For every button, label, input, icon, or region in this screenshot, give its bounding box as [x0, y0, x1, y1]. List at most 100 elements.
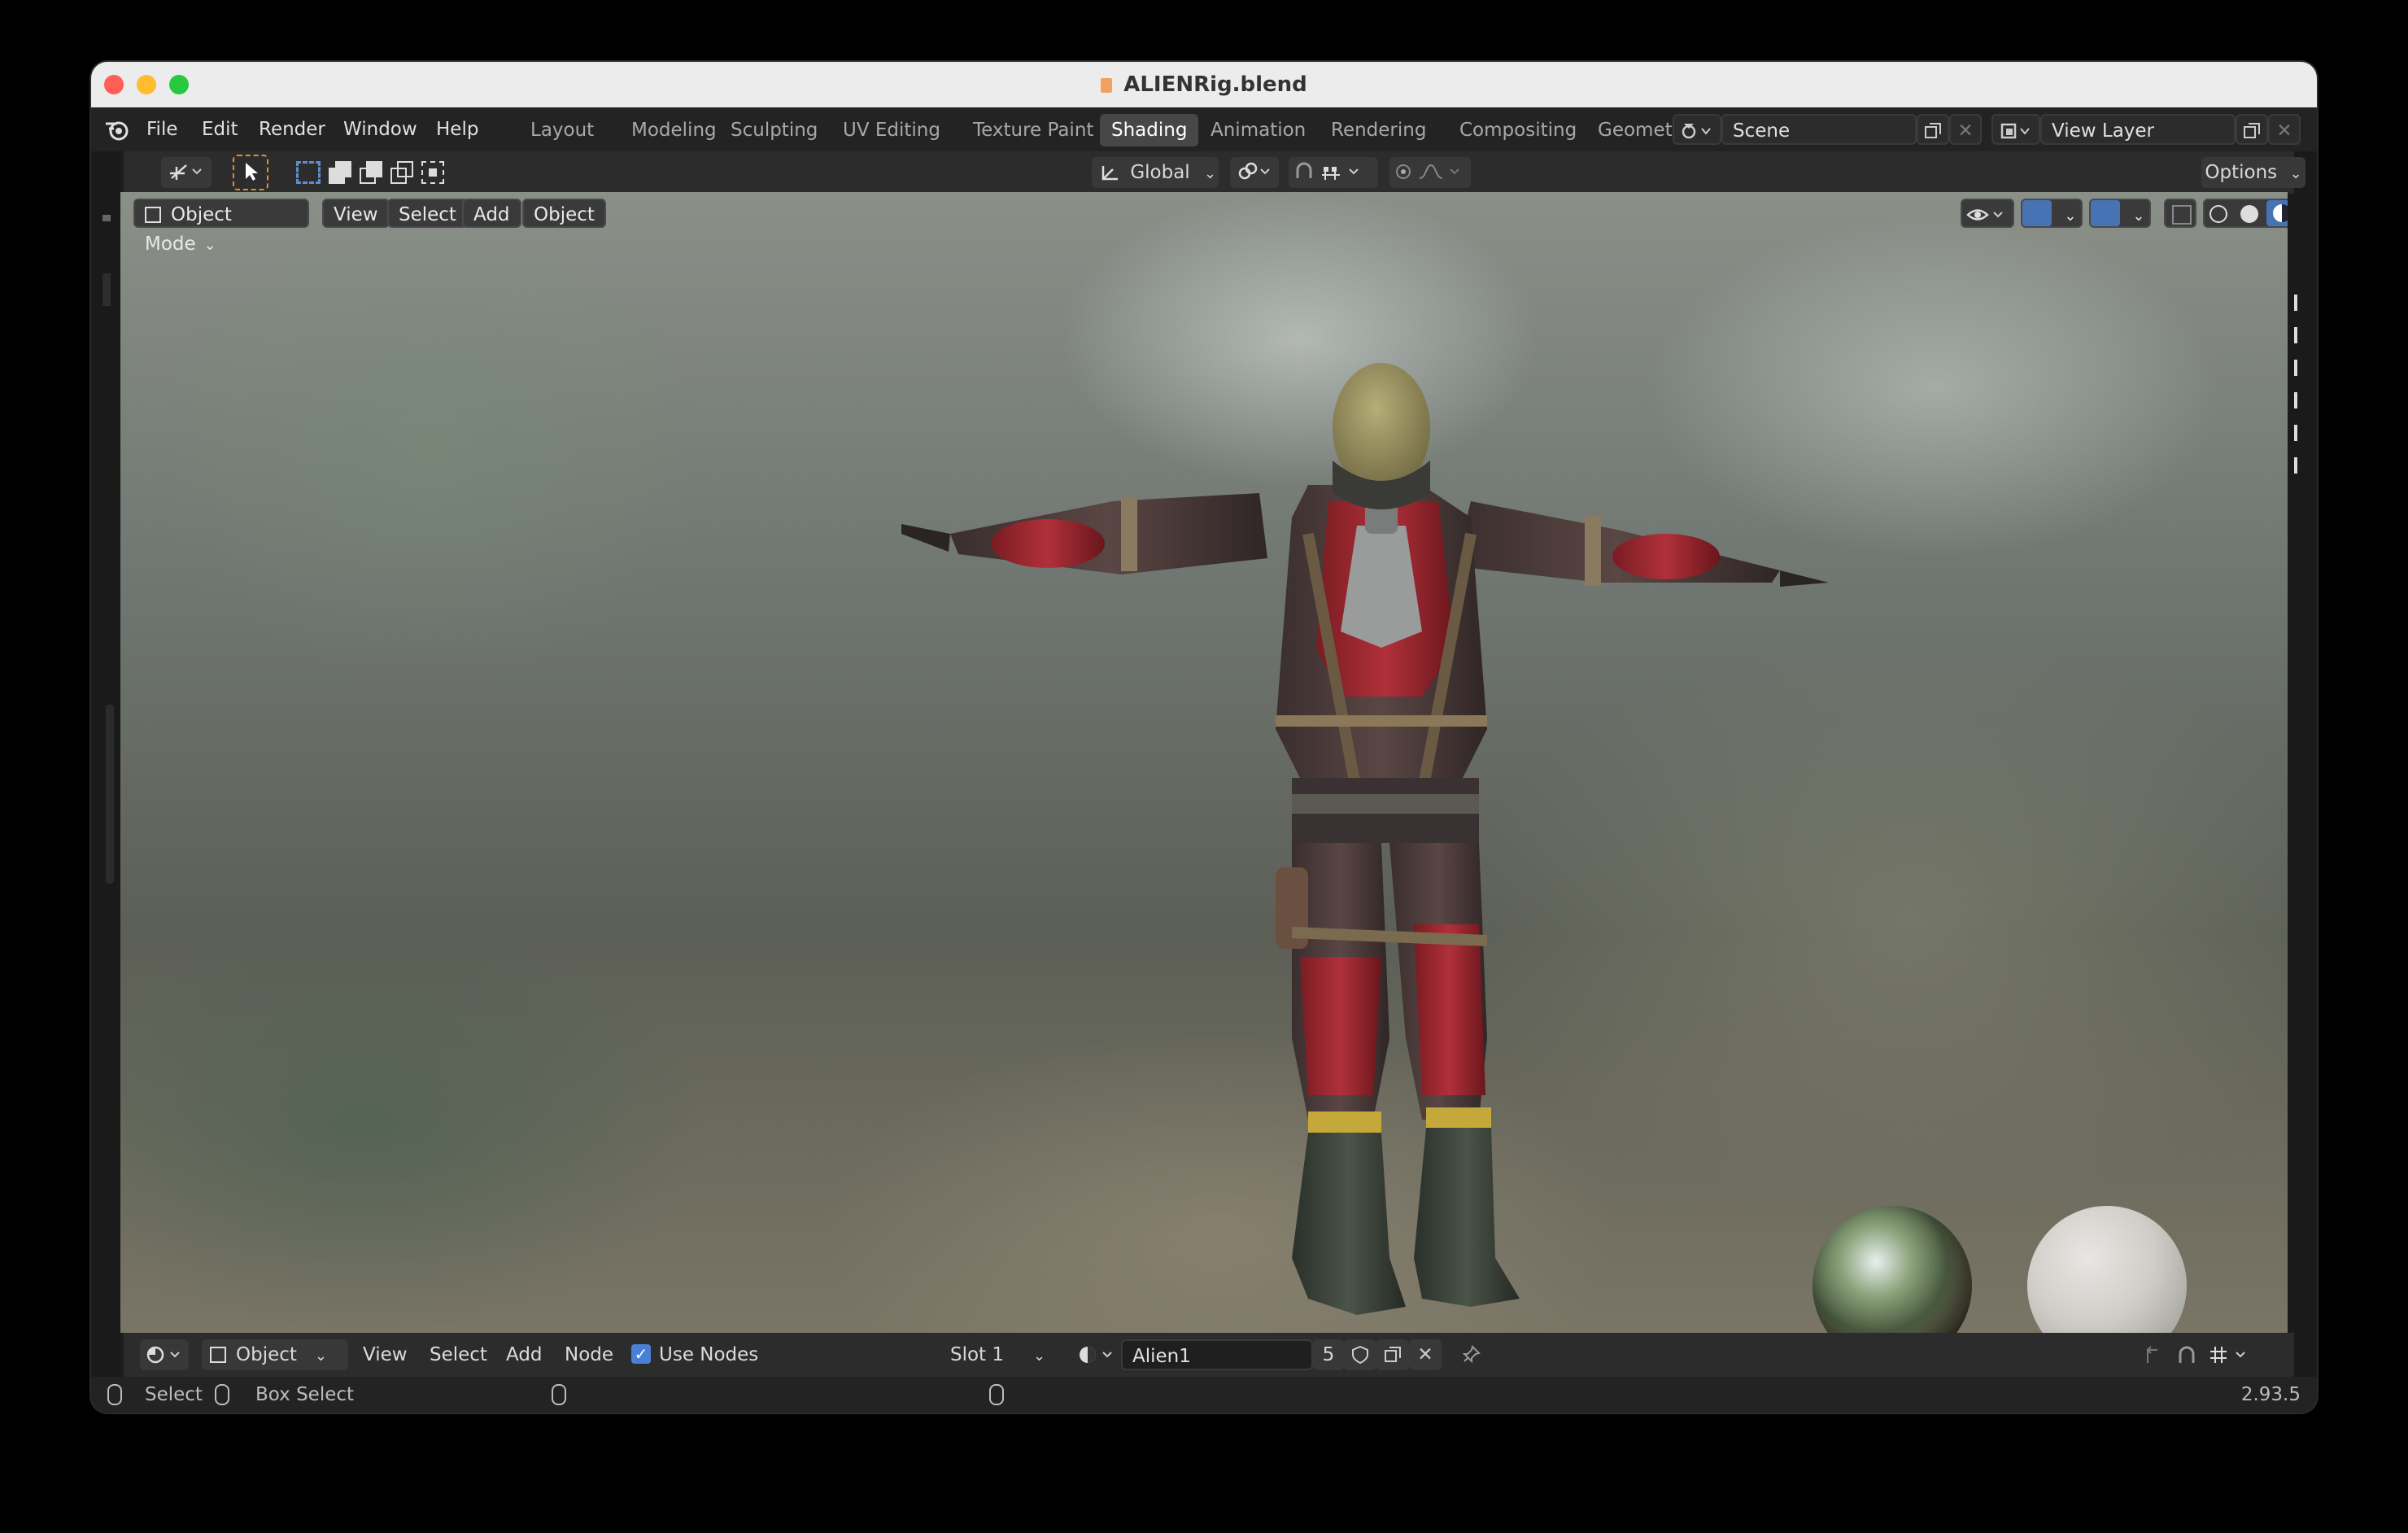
duplicate-icon [2244, 123, 2260, 138]
material-slot-dropdown[interactable]: Slot 1 ⌄ [937, 1339, 1064, 1370]
unlink-material-button[interactable]: ✕ [1409, 1339, 1442, 1370]
new-material-button[interactable] [1376, 1339, 1409, 1370]
menu-render[interactable]: Render [259, 107, 325, 151]
xray-icon [2172, 205, 2192, 225]
magnet-icon [2179, 1346, 2195, 1363]
tab-animation[interactable]: Animation [1199, 114, 1317, 146]
node-editor-icon [146, 1346, 180, 1364]
options-dropdown[interactable]: Options ⌄ [2201, 157, 2305, 188]
status-select-label: Select [145, 1384, 203, 1405]
viewport-axis-icon [170, 164, 202, 180]
pivot-point-dropdown[interactable] [1230, 157, 1279, 188]
sidebar-tab-marker[interactable] [2294, 327, 2297, 343]
scene-name-field[interactable]: Scene [1721, 114, 1917, 145]
sidebar-tab-marker[interactable] [2294, 392, 2297, 408]
chevron-down-icon: ⌄ [2289, 165, 2302, 182]
shield-icon [1352, 1345, 1368, 1365]
gizmo-icon [2022, 200, 2052, 226]
menu-window[interactable]: Window [343, 107, 417, 151]
editor-type-button[interactable] [161, 157, 212, 188]
gizmo-toggle[interactable]: ⌄ [2021, 199, 2083, 228]
subtract-selection-icon[interactable] [360, 161, 382, 184]
snap-settings[interactable] [1289, 157, 1378, 188]
new-scene-button[interactable] [1917, 114, 1949, 145]
material-name-field[interactable]: Alien1 [1121, 1339, 1313, 1370]
new-view-layer-button[interactable] [2236, 114, 2268, 145]
pivot-link-icon [1238, 162, 1270, 180]
overlays-toggle[interactable]: ⌄ [2089, 199, 2151, 228]
visibility-dropdown[interactable] [1961, 199, 2014, 228]
tab-sculpting[interactable]: Sculpting [719, 114, 829, 146]
use-nodes-label[interactable]: Use Nodes [659, 1333, 758, 1377]
use-nodes-checkbox[interactable]: ✓ [631, 1344, 651, 1364]
middle-mouse-icon [552, 1384, 566, 1405]
material-browse-button[interactable] [1072, 1339, 1121, 1370]
wireframe-shading-icon[interactable] [2210, 205, 2227, 223]
chevron-down-icon: ⌄ [203, 237, 216, 254]
material-user-count[interactable]: 5 [1313, 1339, 1344, 1370]
proportional-editing[interactable] [1389, 157, 1471, 188]
alien-character-model[interactable] [853, 338, 1829, 1333]
sidebar-tab-marker[interactable] [2294, 360, 2297, 376]
material-preview-sphere[interactable] [2027, 1206, 2187, 1333]
tab-layout[interactable]: Layout [519, 114, 605, 146]
tab-uv-editing[interactable]: UV Editing [831, 114, 952, 146]
orientation-axes-icon [1101, 166, 1118, 181]
region-scrollbar[interactable] [106, 705, 114, 884]
blender-logo-icon[interactable] [104, 117, 130, 142]
node-snap-toggle[interactable] [2170, 1339, 2203, 1370]
delete-scene-button[interactable]: ✕ [1949, 114, 1982, 145]
tab-modeling[interactable]: Modeling [620, 114, 728, 146]
material-preview-shading-icon[interactable] [2266, 200, 2288, 226]
active-tool-select-box[interactable] [233, 155, 268, 190]
transform-orientation-dropdown[interactable]: Global ⌄ [1092, 157, 1219, 188]
view-layer-name-field[interactable]: View Layer [2040, 114, 2236, 145]
solid-shading-icon[interactable] [2240, 205, 2258, 223]
pin-button[interactable] [1455, 1339, 1487, 1370]
menu-edit[interactable]: Edit [202, 107, 238, 151]
viewport-menu-add[interactable]: Add [462, 199, 521, 228]
close-icon: ✕ [1417, 1344, 1433, 1365]
sidebar-tab-marker[interactable] [2294, 457, 2297, 474]
node-menu-add[interactable]: Add [506, 1333, 543, 1377]
menu-file[interactable]: File [146, 107, 178, 151]
viewport-menu-view[interactable]: View [322, 199, 390, 228]
tab-geometry-nodes[interactable]: Geomet [1586, 114, 1682, 146]
viewport-menu-select[interactable]: Select [387, 199, 468, 228]
3d-viewport[interactable]: Object Mode ⌄ View Select Add Object ⌄ ⌄ … [120, 192, 2288, 1333]
tab-rendering[interactable]: Rendering [1320, 114, 1437, 146]
hdri-preview-sphere[interactable] [1813, 1206, 1972, 1333]
duplicate-icon [1925, 123, 1941, 138]
shader-type-dropdown[interactable]: Object ⌄ [202, 1339, 348, 1370]
tab-shading[interactable]: Shading [1100, 114, 1199, 146]
invert-selection-icon[interactable] [390, 161, 413, 184]
sidebar-tab-marker[interactable] [2294, 425, 2297, 441]
parent-node-tree-button[interactable] [2136, 1339, 2169, 1370]
left-drag-mouse-icon [215, 1384, 229, 1405]
tab-compositing[interactable]: Compositing [1448, 114, 1588, 146]
chevron-down-icon: ⌄ [2064, 207, 2077, 225]
fake-user-button[interactable] [1344, 1339, 1376, 1370]
view-layer-browse-button[interactable] [1991, 114, 2040, 145]
node-menu-select[interactable]: Select [430, 1333, 487, 1377]
node-menu-node[interactable]: Node [565, 1333, 613, 1377]
node-menu-view[interactable]: View [363, 1333, 408, 1377]
node-snap-mode-dropdown[interactable] [2205, 1339, 2262, 1370]
overlays-icon [2091, 200, 2120, 226]
shader-editor-type-button[interactable] [140, 1339, 189, 1370]
chevron-down-icon: ⌄ [1033, 1347, 1046, 1365]
sidebar-tab-marker[interactable] [2294, 295, 2297, 311]
right-mouse-icon [989, 1384, 1004, 1405]
collapse-arrow-icon[interactable] [103, 215, 111, 221]
viewport-menu-object[interactable]: Object [522, 199, 606, 228]
menu-help[interactable]: Help [436, 107, 478, 151]
xray-toggle[interactable] [2164, 199, 2196, 228]
scene-browse-button[interactable] [1673, 114, 1721, 145]
set-new-selection-icon[interactable] [296, 161, 321, 184]
extend-selection-icon[interactable] [329, 161, 351, 184]
delete-view-layer-button[interactable]: ✕ [2268, 114, 2301, 145]
region-tab[interactable] [103, 273, 111, 306]
intersect-selection-icon[interactable] [421, 161, 444, 184]
object-mode-dropdown[interactable]: Object Mode ⌄ [133, 199, 309, 255]
tab-texture-paint[interactable]: Texture Paint [962, 114, 1105, 146]
